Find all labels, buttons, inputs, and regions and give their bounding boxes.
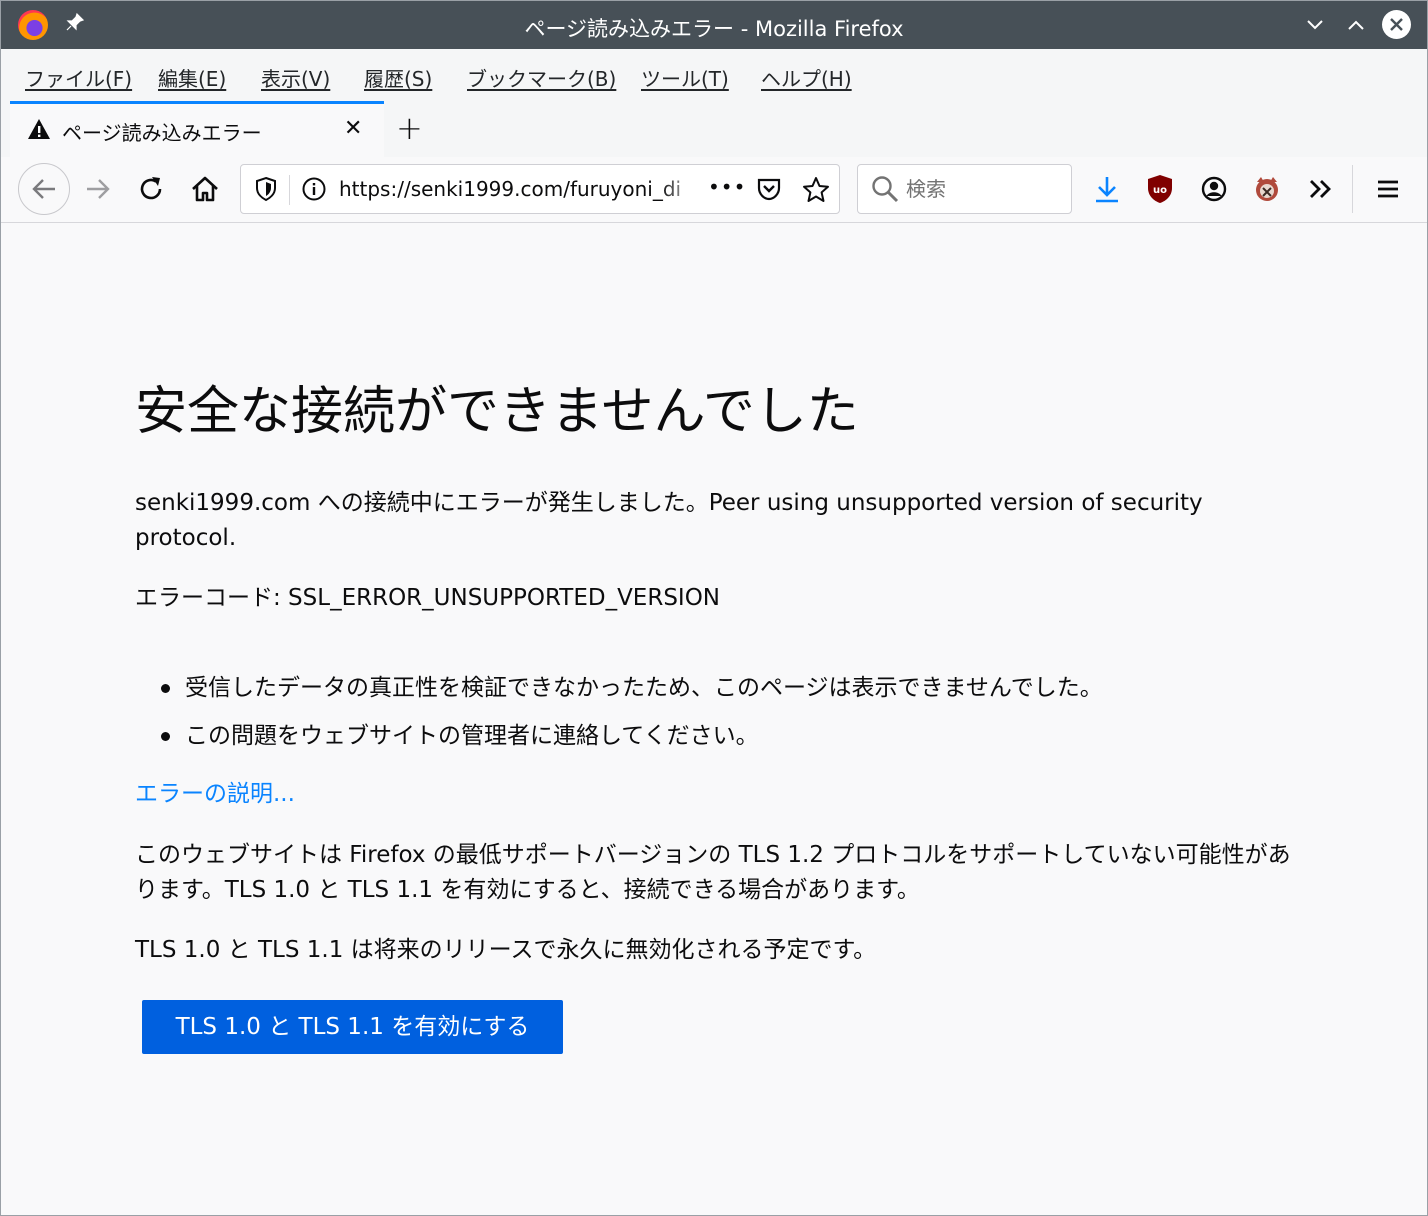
minimize-icon[interactable] [1301,11,1329,39]
search-icon [870,174,900,204]
menu-bar: ファイル(F) 編集(E) 表示(V) 履歴(S) ブックマーク(B) ツール(… [1,49,1427,101]
tls-deprecation-note: TLS 1.0 と TLS 1.1 は将来のリリースで永久に無効化される予定です… [135,937,877,963]
error-bullets: 受信したデータの真正性を検証できなかったため、このページは表示できませんでした。… [159,664,1103,760]
tab-close-icon[interactable]: ✕ [344,116,362,141]
url-text: https://senki1999.com/furuyoni_di [339,177,682,201]
info-icon[interactable] [301,176,327,207]
list-item: 受信したデータの真正性を検証できなかったため、このページは表示できませんでした。 [159,664,1103,712]
menu-view[interactable]: 表示(V) [261,63,330,92]
error-page-content: 安全な接続ができませんでした senki1999.com への接続中にエラーが発… [11,224,1419,1209]
navigation-toolbar: https://senki1999.com/furuyoni_di ••• uo [1,157,1427,223]
tls-explanation: このウェブサイトは Firefox の最低サポートバージョンの TLS 1.2 … [135,842,1291,903]
home-icon[interactable] [185,169,225,209]
browser-window: ページ読み込みエラー - Mozilla Firefox ファイル(F) 編集(… [0,0,1428,1216]
search-input[interactable] [906,175,1056,203]
overflow-icon[interactable] [1301,169,1341,209]
tab-active[interactable]: ページ読み込みエラー ✕ [10,101,384,157]
forward-icon[interactable] [78,169,118,209]
menu-help[interactable]: ヘルプ(H) [761,63,852,92]
error-code: エラーコード: SSL_ERROR_UNSUPPORTED_VERSION [135,585,721,611]
learn-more-link[interactable]: エラーの説明... [135,774,295,808]
svg-text:uo: uo [1153,185,1167,196]
tab-bar: ページ読み込みエラー ✕ + [1,101,1427,157]
account-icon[interactable] [1194,169,1234,209]
menu-file[interactable]: ファイル(F) [25,63,132,92]
hamburger-menu-icon[interactable] [1368,169,1408,209]
menu-bookmarks[interactable]: ブックマーク(B) [467,63,616,92]
back-icon[interactable] [18,163,70,215]
list-item: この問題をウェブサイトの管理者に連絡してください。 [159,712,1103,760]
url-bar-divider [289,175,290,205]
close-window-icon[interactable] [1382,10,1411,39]
menu-history[interactable]: 履歴(S) [364,63,432,92]
tracking-shield-icon[interactable] [254,176,278,207]
bookmark-star-icon[interactable] [802,176,830,209]
url-bar[interactable]: https://senki1999.com/furuyoni_di ••• [240,164,840,214]
toolbar-separator [1352,165,1353,213]
new-tab-button[interactable]: + [396,109,423,147]
tab-title: ページ読み込みエラー [62,121,262,145]
menu-tools[interactable]: ツール(T) [641,63,729,92]
title-bar: ページ読み込みエラー - Mozilla Firefox [1,1,1427,49]
extension-icon[interactable] [1247,169,1287,209]
page-actions-icon[interactable]: ••• [708,175,746,199]
enable-tls-button[interactable]: TLS 1.0 と TLS 1.1 を有効にする [142,1000,563,1054]
download-icon[interactable] [1087,169,1127,209]
error-description: senki1999.com への接続中にエラーが発生しました。Peer usin… [135,490,1203,551]
reload-icon[interactable] [131,169,171,209]
menu-edit[interactable]: 編集(E) [158,63,226,92]
ublock-origin-icon[interactable]: uo [1140,169,1180,209]
pocket-icon[interactable] [756,176,782,207]
maximize-icon[interactable] [1342,11,1370,39]
error-title: 安全な接続ができませんでした [135,382,859,442]
search-bar[interactable] [857,164,1072,214]
url-fade [661,171,701,207]
warning-icon [27,117,51,141]
window-title: ページ読み込みエラー - Mozilla Firefox [524,17,904,41]
